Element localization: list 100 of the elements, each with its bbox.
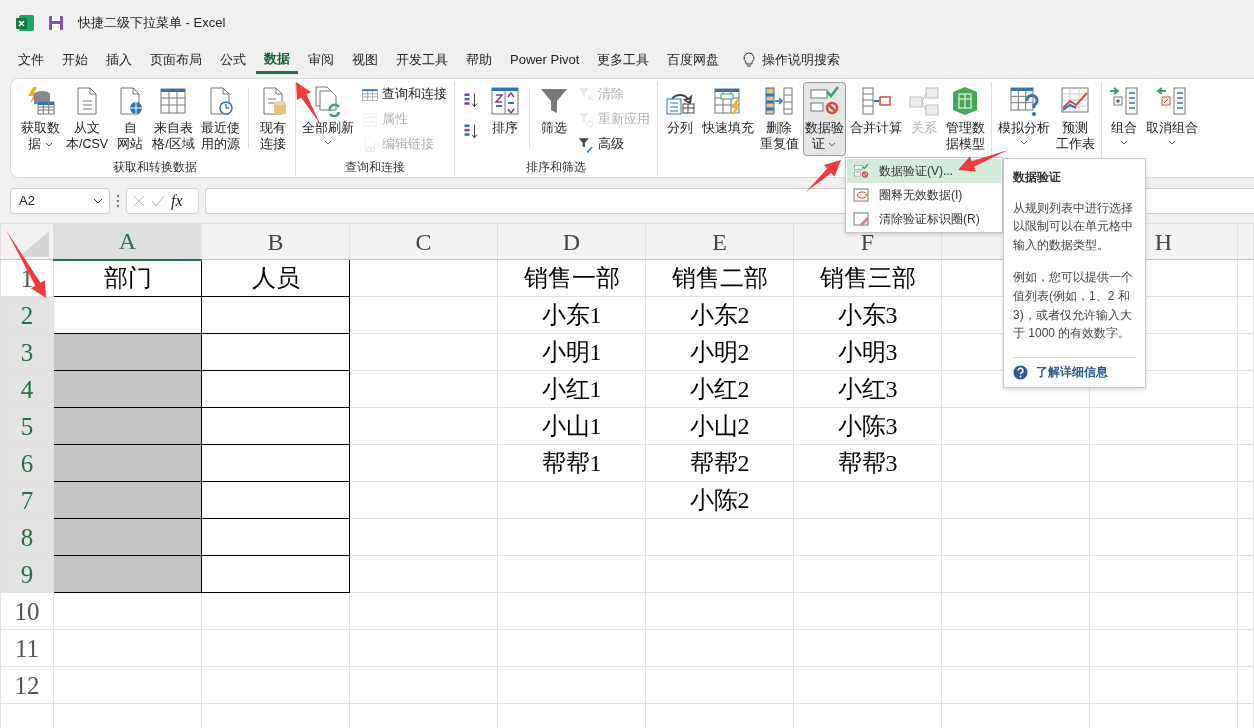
- table-cell: 小红3: [793, 370, 942, 408]
- ribbon-button[interactable]: 从文 本/CSV: [64, 82, 111, 156]
- chevron-down-icon: [93, 198, 103, 204]
- row-header[interactable]: 4: [0, 370, 54, 408]
- ribbon-button[interactable]: 排序: [486, 82, 523, 156]
- ribbon-button[interactable]: 取消组合: [1143, 82, 1200, 156]
- ribbon-tab[interactable]: 页面布局: [142, 46, 210, 74]
- column-header[interactable]: A: [53, 223, 202, 260]
- menu-item[interactable]: 圈释无效数据(I): [847, 183, 1001, 207]
- ribbon-tab[interactable]: Power Pivot: [502, 46, 588, 74]
- table-cell: 小明3: [793, 333, 942, 371]
- consolidate-icon: [859, 85, 892, 117]
- table-cell: 帮帮2: [645, 444, 794, 482]
- ribbon-button[interactable]: 预测 工作表: [1053, 82, 1097, 156]
- ribbon-tab[interactable]: 审阅: [300, 46, 342, 74]
- tooltip-title: 数据验证: [1013, 169, 1062, 186]
- active-cell[interactable]: [53, 296, 202, 334]
- table-cell: 销售一部: [497, 259, 646, 297]
- selected-cell[interactable]: [53, 555, 202, 593]
- ribbon-button[interactable]: 来自表 格/区域: [150, 82, 197, 156]
- row-header[interactable]: 3: [0, 333, 54, 371]
- ribbon-tab[interactable]: 数据: [256, 46, 298, 74]
- ribbon-tab[interactable]: 公式: [212, 46, 254, 74]
- table-cell: 小山2: [645, 407, 794, 445]
- ribbon-button[interactable]: 快速填充: [699, 82, 756, 156]
- row-header[interactable]: 5: [0, 407, 54, 445]
- advanced-filter-icon: [576, 135, 595, 154]
- column-header[interactable]: C: [349, 223, 498, 260]
- ribbon-button[interactable]: 自 网站: [112, 82, 149, 156]
- row-header[interactable]: 7: [0, 481, 54, 519]
- row-header[interactable]: 6: [0, 444, 54, 482]
- ribbon-button[interactable]: 模拟分析: [995, 82, 1052, 156]
- row-header[interactable]: 10: [0, 592, 54, 630]
- table-cell: 小东1: [497, 296, 646, 334]
- annotation-arrow: [806, 160, 841, 192]
- table-cell: 小陈2: [645, 481, 794, 519]
- ribbon-tab[interactable]: 开始: [54, 46, 96, 74]
- insert-function-button[interactable]: fx: [171, 189, 183, 213]
- ribbon-button[interactable]: 组合: [1105, 82, 1142, 156]
- ribbon-tab[interactable]: 视图: [344, 46, 386, 74]
- lightbulb-icon: [741, 52, 756, 68]
- table-cell: 帮帮1: [497, 444, 646, 482]
- ribbon-tab[interactable]: 百度网盘: [659, 46, 728, 74]
- table-cell: 销售二部: [645, 259, 794, 297]
- circle-invalid-icon: [853, 187, 869, 203]
- help-icon: [1013, 364, 1028, 380]
- relationships-icon: [907, 85, 940, 117]
- ribbon-button[interactable]: 分列: [661, 82, 698, 156]
- ribbon-button[interactable]: 数据验 证: [802, 82, 846, 156]
- ribbon-tab[interactable]: 开发工具: [388, 46, 456, 74]
- selected-cell[interactable]: [53, 333, 202, 371]
- ribbon-tab[interactable]: 插入: [98, 46, 140, 74]
- annotation-arrow: [6, 230, 46, 298]
- selected-cell[interactable]: [53, 518, 202, 556]
- table-cell: 小红1: [497, 370, 646, 408]
- row-header[interactable]: 11: [0, 629, 54, 667]
- table-cell: 小明1: [497, 333, 646, 371]
- spreadsheet-app-icon: [16, 13, 34, 32]
- search-box[interactable]: 操作说明搜索: [741, 50, 841, 70]
- ribbon-button[interactable]: 合并计算: [847, 82, 904, 156]
- name-box[interactable]: A2: [10, 188, 110, 214]
- selected-cell[interactable]: [53, 444, 202, 482]
- help-link[interactable]: 了解详细信息: [1013, 356, 1136, 382]
- ribbon-button[interactable]: 现有 连接: [254, 82, 291, 156]
- table-cell: 小东2: [645, 296, 794, 334]
- column-header[interactable]: E: [645, 223, 794, 260]
- ribbon-button[interactable]: 高级: [573, 132, 653, 157]
- clear-circles-icon: [853, 211, 869, 227]
- selected-cell[interactable]: [53, 407, 202, 445]
- row-header[interactable]: 9: [0, 555, 54, 593]
- row-header[interactable]: 2: [0, 296, 54, 334]
- annotation-arrow: [958, 150, 1008, 172]
- group-label: 排序和筛选: [524, 159, 587, 176]
- ribbon-button[interactable]: 最近使 用的源: [198, 82, 242, 156]
- ribbon-button[interactable]: 查询和连接: [357, 82, 450, 107]
- ribbon-button[interactable]: 管理数 据模型: [943, 82, 987, 156]
- table-cell: 小东3: [793, 296, 942, 334]
- table-cell: 小山1: [497, 407, 646, 445]
- ribbon-tab[interactable]: 更多工具: [589, 46, 658, 74]
- selected-cell[interactable]: [53, 481, 202, 519]
- what-if-icon: [1007, 85, 1040, 117]
- search-label: 操作说明搜索: [762, 51, 841, 69]
- ribbon-button[interactable]: 删除 重复值: [757, 82, 801, 156]
- group-label: 获取和转换数据: [111, 159, 198, 176]
- group-label: 查询和连接: [343, 159, 406, 176]
- ribbon-button[interactable]: 筛选: [535, 82, 572, 156]
- ribbon-tab[interactable]: 文件: [10, 46, 52, 74]
- ribbon-tab[interactable]: 帮助: [458, 46, 500, 74]
- row-header[interactable]: 8: [0, 518, 54, 556]
- ribbon-button[interactable]: 获取数 据: [19, 82, 62, 156]
- row-header[interactable]: 12: [0, 666, 54, 704]
- menu-item[interactable]: 数据验证(V)...: [847, 159, 1001, 183]
- column-header[interactable]: D: [497, 223, 646, 260]
- column-header[interactable]: B: [201, 223, 350, 260]
- cancel-icon: [133, 195, 145, 207]
- check-icon: [151, 195, 165, 207]
- table-cell: 帮帮3: [793, 444, 942, 482]
- reapply-filter-icon: [576, 110, 595, 129]
- selected-cell[interactable]: [53, 370, 202, 408]
- table-cell: 小明2: [645, 333, 794, 371]
